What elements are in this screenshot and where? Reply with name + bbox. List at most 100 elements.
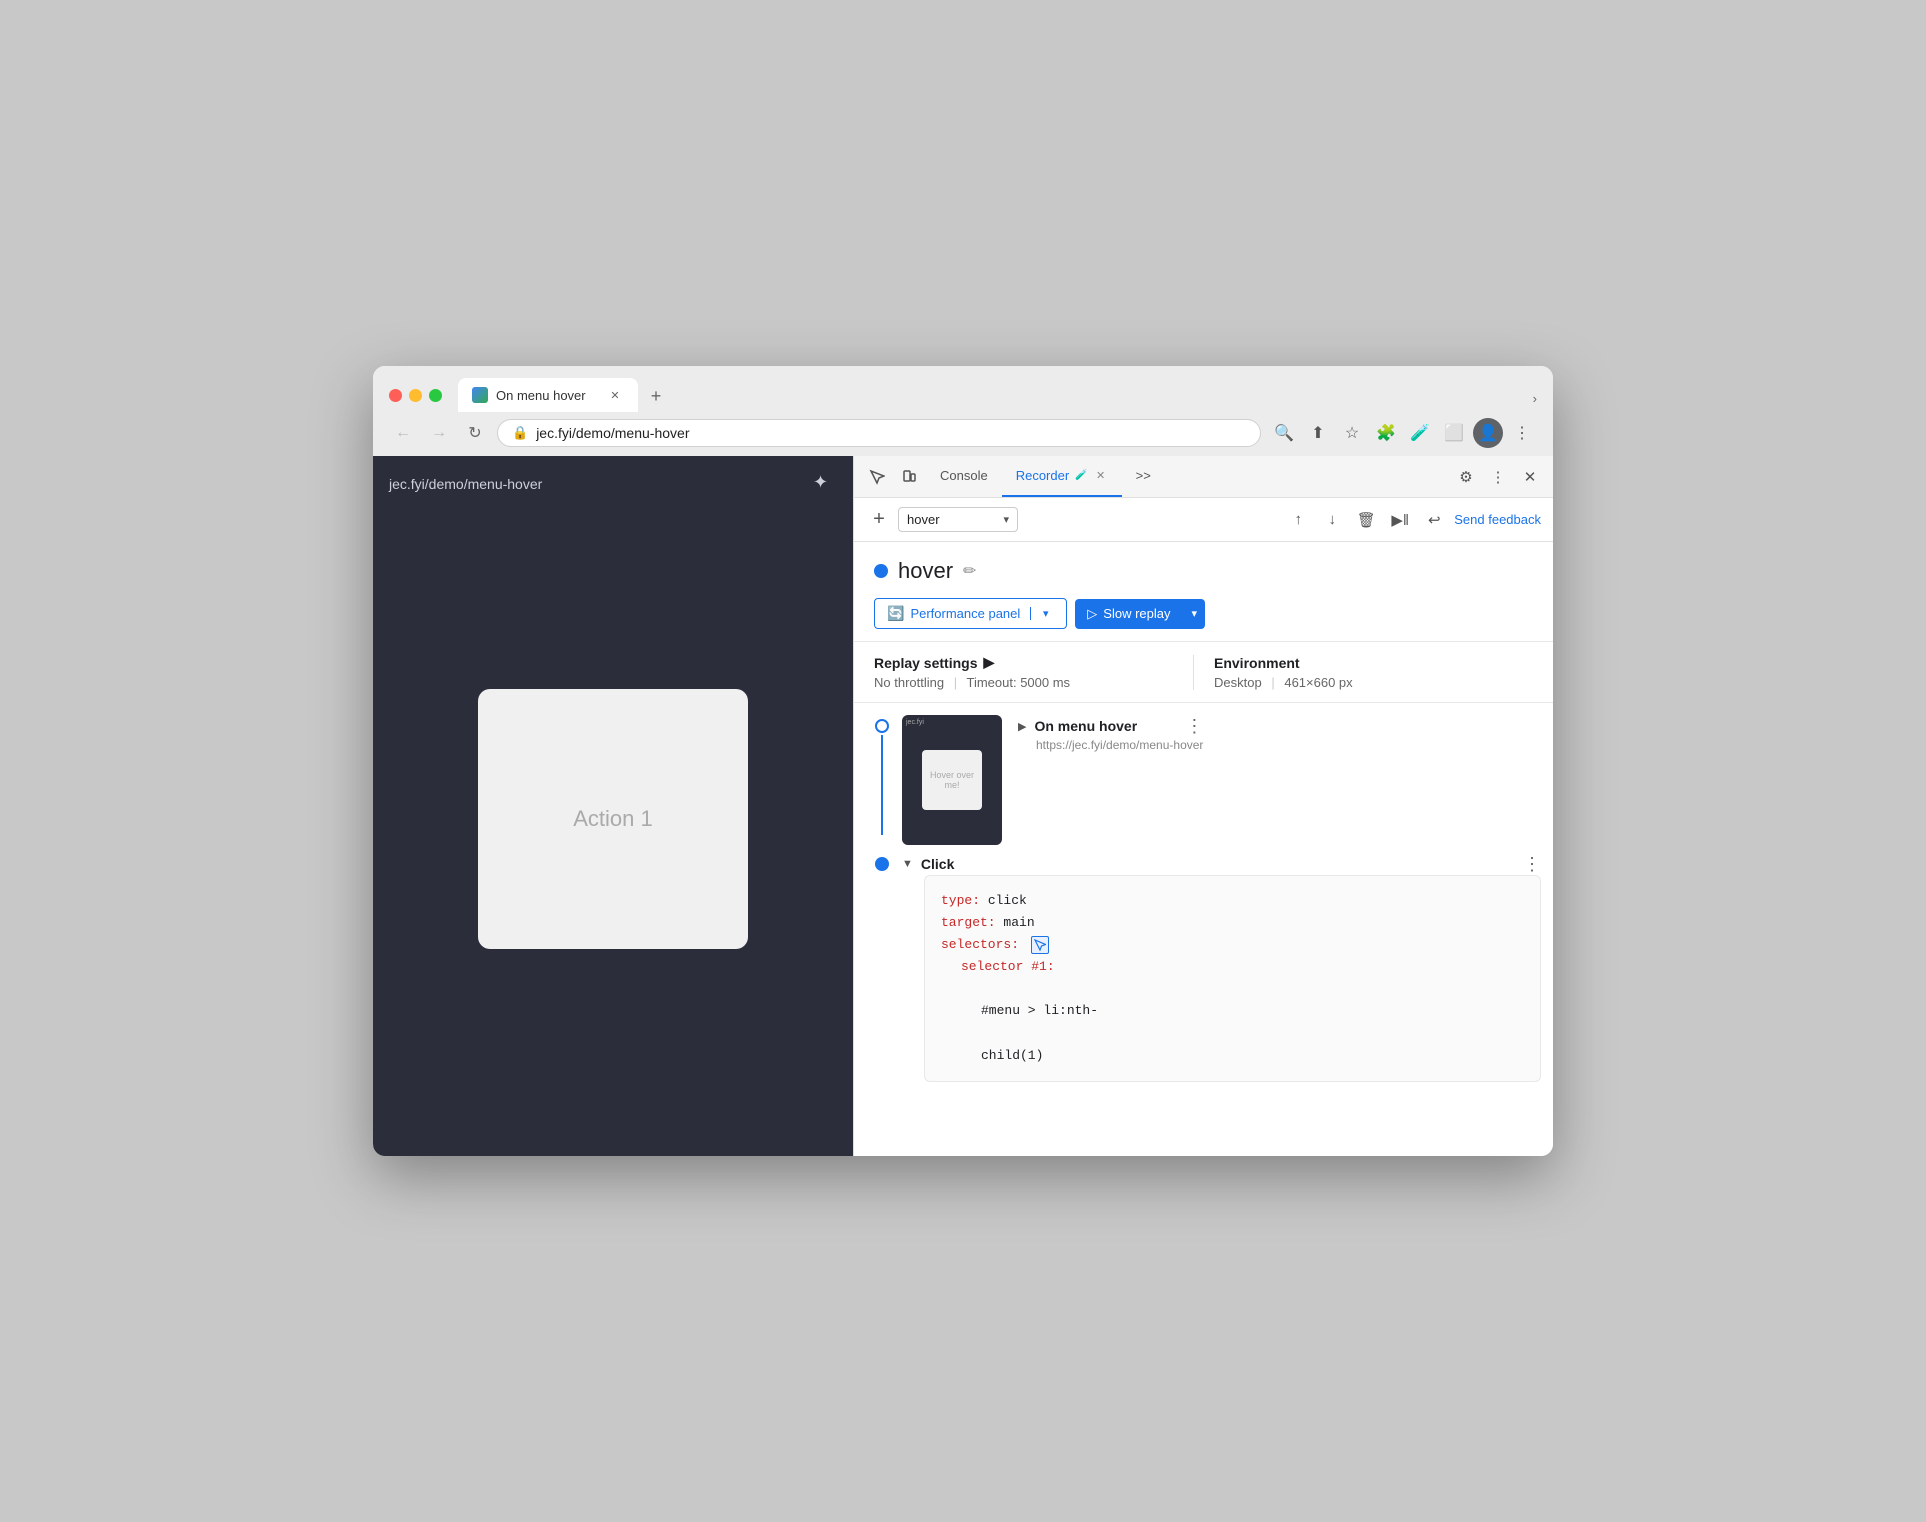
recorder-toolbar: + hover ▾ ↑ ↓ 🗑 ▶‖ ↩ Send feedback — [854, 498, 1553, 542]
flask-icon[interactable]: 🧪 — [1405, 418, 1435, 448]
slow-replay-chevron[interactable]: ▾ — [1183, 600, 1205, 627]
code-block: type: click target: main selectors: — [924, 875, 1541, 1082]
browser-toolbar-icons: 🔍 ⬆ ☆ 🧩 🧪 ⬜ 👤 ⋮ — [1269, 418, 1537, 448]
replay-settings: Replay settings ▶ No throttling | Timeou… — [854, 642, 1553, 703]
step2-menu-icon[interactable]: ⋮ — [1523, 855, 1541, 873]
new-tab-button[interactable]: + — [642, 382, 670, 410]
delete-button[interactable]: 🗑 — [1352, 506, 1380, 534]
code-selectors-key: selectors: — [941, 937, 1019, 952]
code-target-key: target: — [941, 915, 996, 930]
devtools-close-icon[interactable]: ✕ — [1515, 462, 1545, 492]
step2-expand-icon[interactable]: ▼ — [902, 858, 913, 870]
tab-recorder[interactable]: Recorder 🧪 ✕ — [1002, 456, 1122, 497]
step1-menu-icon[interactable]: ⋮ — [1185, 717, 1203, 735]
tab-close-button[interactable]: ✕ — [606, 386, 624, 404]
export-button[interactable]: ↑ — [1284, 506, 1312, 534]
action-label: Action 1 — [573, 806, 653, 832]
thumbnail-url: jec.fyi — [906, 719, 924, 726]
back-button[interactable]: ← — [389, 419, 417, 447]
maximize-button[interactable] — [429, 389, 442, 402]
theme-toggle-icon[interactable]: ✦ — [813, 472, 837, 496]
performance-panel-chevron[interactable]: ▾ — [1030, 607, 1054, 620]
recording-name-row: hover ✏ — [874, 558, 1533, 584]
send-feedback-link[interactable]: Send feedback — [1454, 512, 1541, 527]
tab-console[interactable]: Console — [926, 456, 1002, 497]
thumbnail-inner: jec.fyi Hover over me! — [902, 715, 1002, 845]
replay-button[interactable]: ▶‖ — [1386, 506, 1414, 534]
selectors-tool-icon[interactable] — [1031, 936, 1049, 954]
webpage-header: jec.fyi/demo/menu-hover ✦ — [389, 472, 837, 496]
device-toolbar-icon[interactable] — [894, 462, 924, 492]
tab-title: On menu hover — [496, 388, 598, 403]
code-selector1-val: #menu > li:nth- — [981, 1003, 1098, 1018]
thumbnail-card: Hover over me! — [922, 750, 982, 810]
step-group-1: jec.fyi Hover over me! ▶ On menu hover ⋮ — [854, 715, 1553, 853]
step1-expand-icon[interactable]: ▶ — [1018, 720, 1026, 733]
devtools-panel: Console Recorder 🧪 ✕ >> ⚙ ⋮ ✕ — [853, 456, 1553, 1156]
code-selector1-key: selector #1: — [961, 959, 1055, 974]
code-type-key: type: — [941, 893, 980, 908]
url-text: jec.fyi/demo/menu-hover — [536, 425, 1246, 441]
step1-line — [881, 735, 883, 835]
profile-icon[interactable]: 👤 — [1473, 418, 1503, 448]
action-card: Action 1 — [478, 689, 748, 949]
share-icon[interactable]: ⬆ — [1303, 418, 1333, 448]
search-icon[interactable]: 🔍 — [1269, 418, 1299, 448]
thumbnail-card-label: Hover over me! — [922, 770, 982, 790]
recording-status-dot — [874, 564, 888, 578]
code-target-val: main — [1003, 915, 1034, 930]
more-menu-icon[interactable]: ⋮ — [1507, 418, 1537, 448]
site-name: jec.fyi/demo/menu-hover — [389, 476, 542, 492]
replay-settings-title[interactable]: Replay settings ▶ — [874, 654, 1193, 671]
minimize-button[interactable] — [409, 389, 422, 402]
environment-detail: Desktop | 461×660 px — [1214, 675, 1533, 690]
settings-icon[interactable]: ⚙ — [1451, 462, 1481, 492]
close-button[interactable] — [389, 389, 402, 402]
recording-select-chevron: ▾ — [1003, 513, 1009, 526]
extensions-icon[interactable]: 🧩 — [1371, 418, 1401, 448]
recording-header: hover ✏ 🔄 Performance panel ▾ ▷ Slow rep… — [854, 542, 1553, 642]
performance-panel-button[interactable]: 🔄 Performance panel ▾ — [874, 598, 1067, 629]
tab-more[interactable]: >> — [1122, 456, 1165, 497]
step2-header: ▼ Click ⋮ — [902, 853, 1541, 875]
lock-icon: 🔒 — [512, 425, 528, 441]
browser-tab[interactable]: On menu hover ✕ — [458, 378, 638, 412]
code-selector1-val2: child(1) — [981, 1048, 1043, 1063]
step-group-2: ▼ Click ⋮ type: click target: main — [854, 853, 1553, 1082]
title-bar: On menu hover ✕ + › — [373, 366, 1553, 412]
recording-select[interactable]: hover ▾ — [898, 507, 1018, 532]
url-bar[interactable]: 🔒 jec.fyi/demo/menu-hover — [497, 419, 1261, 447]
undo-button[interactable]: ↩ — [1420, 506, 1448, 534]
slow-replay-main[interactable]: ▷ Slow replay — [1075, 599, 1182, 629]
recorder-tab-close[interactable]: ✕ — [1094, 469, 1108, 483]
import-button[interactable]: ↓ — [1318, 506, 1346, 534]
devtools-settings-group: ⚙ ⋮ ✕ — [1451, 462, 1545, 492]
step2-row: ▼ Click ⋮ type: click target: main — [870, 853, 1541, 1082]
slow-replay-button[interactable]: ▷ Slow replay ▾ — [1075, 599, 1205, 629]
add-recording-button[interactable]: + — [866, 507, 892, 533]
forward-button[interactable]: → — [425, 419, 453, 447]
main-content: jec.fyi/demo/menu-hover ✦ Action 1 — [373, 456, 1553, 1156]
step1-url: https://jec.fyi/demo/menu-hover — [1018, 738, 1203, 752]
split-screen-icon[interactable]: ⬜ — [1439, 418, 1469, 448]
step1-content: ▶ On menu hover ⋮ https://jec.fyi/demo/m… — [1018, 715, 1203, 845]
star-icon[interactable]: ☆ — [1337, 418, 1367, 448]
refresh-button[interactable]: ↻ — [461, 419, 489, 447]
recording-title: hover — [898, 558, 953, 584]
traffic-lights — [389, 389, 442, 402]
environment-title: Environment — [1214, 655, 1533, 671]
performance-panel-label: Performance panel — [910, 606, 1020, 621]
element-picker-icon[interactable] — [862, 462, 892, 492]
recording-name: hover — [907, 512, 997, 527]
tab-list-chevron[interactable]: › — [1533, 391, 1537, 406]
devtools-toolbar: Console Recorder 🧪 ✕ >> ⚙ ⋮ ✕ — [854, 456, 1553, 498]
edit-title-icon[interactable]: ✏ — [963, 561, 976, 581]
code-type-val: click — [988, 893, 1027, 908]
step1-circle — [875, 719, 889, 733]
webpage-panel: jec.fyi/demo/menu-hover ✦ Action 1 — [373, 456, 853, 1156]
devtools-more-icon[interactable]: ⋮ — [1483, 462, 1513, 492]
devtools-tabs: Console Recorder 🧪 ✕ >> — [926, 456, 1449, 497]
play-icon: ▷ — [1087, 606, 1097, 622]
tab-bar: On menu hover ✕ + › — [458, 378, 1537, 412]
steps-area: jec.fyi Hover over me! ▶ On menu hover ⋮ — [854, 703, 1553, 1156]
